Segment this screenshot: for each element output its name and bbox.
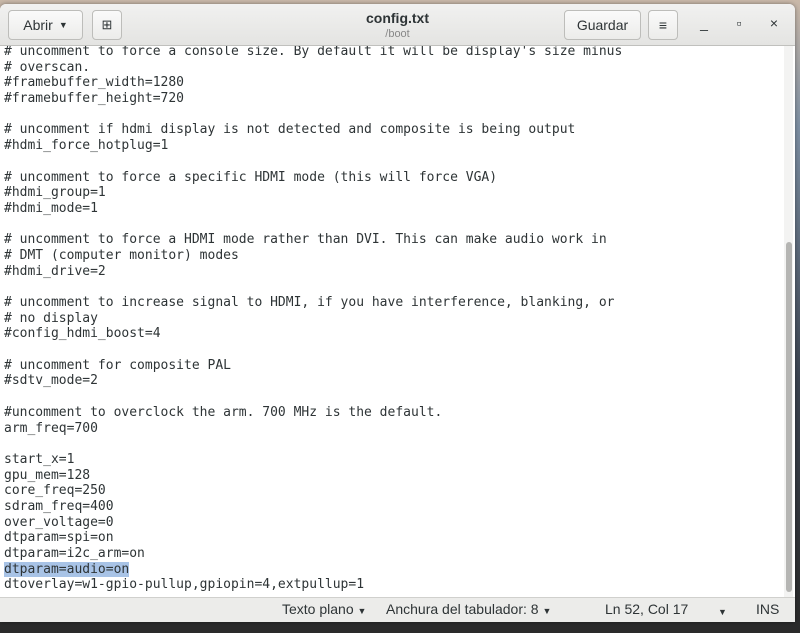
text-content[interactable]: # uncomment to force a console size. By …	[4, 46, 622, 593]
line-text: dtparam=audio=on	[4, 561, 130, 577]
text-line: sdram_freq=400	[4, 499, 622, 515]
text-line: # uncomment to force a HDMI mode rather …	[4, 232, 622, 248]
line-text: #config_hdmi_boost=4	[4, 326, 161, 342]
tab-width-selector[interactable]: Anchura del tabulador: 8 ▼	[386, 601, 551, 620]
text-line: over_voltage=0	[4, 515, 622, 531]
line-text: sdram_freq=400	[4, 498, 114, 514]
text-line: dtoverlay=w1-gpio-pullup,gpiopin=4,extpu…	[4, 577, 622, 593]
line-text: # no display	[4, 310, 98, 326]
cursor-position[interactable]: Ln 52, Col 17	[605, 601, 688, 618]
line-text: # uncomment to force a HDMI mode rather …	[4, 232, 607, 248]
line-text: dtparam=spi=on	[4, 530, 114, 546]
line-text: #hdmi_mode=1	[4, 200, 98, 216]
text-line: # DMT (computer monitor) modes	[4, 248, 622, 264]
chevron-down-icon[interactable]: ▼	[718, 604, 727, 621]
line-text: #hdmi_group=1	[4, 185, 106, 201]
line-text: # overscan.	[4, 59, 91, 75]
text-line: # uncomment for composite PAL	[4, 358, 622, 374]
line-text: over_voltage=0	[4, 514, 114, 530]
text-line: gpu_mem=128	[4, 468, 622, 484]
line-text: #uncomment to overclock the arm. 700 MHz…	[4, 404, 443, 420]
text-line: # uncomment if hdmi display is not detec…	[4, 122, 622, 138]
text-line: core_freq=250	[4, 483, 622, 499]
menu-button[interactable]: ≡	[648, 10, 678, 40]
text-line: #framebuffer_width=1280	[4, 75, 622, 91]
editor-window: Abrir ▼ ⊞ config.txt /boot Guardar ≡ _ ▫ …	[0, 4, 795, 622]
line-text: start_x=1	[4, 451, 75, 467]
text-line	[4, 154, 622, 170]
text-line: #uncomment to overclock the arm. 700 MHz…	[4, 405, 622, 421]
text-line: # uncomment to force a specific HDMI mod…	[4, 170, 622, 186]
line-text: dtparam=i2c_arm=on	[4, 546, 145, 561]
language-label: Texto plano	[282, 601, 354, 617]
text-line: dtparam=audio=on	[4, 561, 622, 578]
close-button[interactable]: ×	[764, 15, 784, 32]
line-text: # uncomment if hdmi display is not detec…	[4, 122, 576, 138]
line-text: # uncomment to force a specific HDMI mod…	[4, 169, 498, 185]
tab-width-label: Anchura del tabulador: 8	[386, 601, 539, 617]
line-text: dtoverlay=w1-gpio-pullup,gpiopin=4,extpu…	[4, 577, 365, 593]
editor-area: # uncomment to force a console size. By …	[0, 46, 795, 597]
line-text: # uncomment to increase signal to HDMI, …	[4, 295, 615, 310]
text-line: start_x=1	[4, 452, 622, 468]
text-line: # overscan.	[4, 60, 622, 76]
text-line	[4, 279, 622, 295]
text-line: #framebuffer_height=720	[4, 91, 622, 107]
language-selector[interactable]: Texto plano ▼	[282, 601, 366, 620]
text-line	[4, 217, 622, 233]
scrollbar-thumb[interactable]	[786, 242, 792, 592]
text-line: #hdmi_drive=2	[4, 264, 622, 280]
save-button[interactable]: Guardar	[564, 10, 641, 40]
vertical-scrollbar[interactable]	[784, 46, 793, 597]
maximize-button[interactable]: ▫	[729, 15, 749, 32]
text-line: #sdtv_mode=2	[4, 373, 622, 389]
text-line: #hdmi_force_hotplug=1	[4, 138, 622, 154]
line-text: arm_freq=700	[4, 420, 98, 436]
text-line: # uncomment to force a console size. By …	[4, 46, 622, 60]
line-text: #sdtv_mode=2	[4, 373, 98, 389]
line-text: #framebuffer_width=1280	[4, 75, 185, 91]
line-text: core_freq=250	[4, 483, 106, 499]
text-line: #config_hdmi_boost=4	[4, 326, 622, 342]
text-line: dtparam=i2c_arm=on	[4, 546, 622, 562]
text-line: # uncomment to increase signal to HDMI, …	[4, 295, 622, 311]
line-text: gpu_mem=128	[4, 467, 91, 483]
text-line: arm_freq=700	[4, 421, 622, 437]
text-line	[4, 342, 622, 358]
text-line: #hdmi_group=1	[4, 185, 622, 201]
text-editor[interactable]: # uncomment to force a console size. By …	[0, 46, 784, 597]
text-line: #hdmi_mode=1	[4, 201, 622, 217]
status-bar: Texto plano ▼ Anchura del tabulador: 8 ▼…	[0, 597, 795, 622]
line-text: #hdmi_drive=2	[4, 263, 106, 279]
header-bar: Abrir ▼ ⊞ config.txt /boot Guardar ≡ _ ▫ …	[0, 4, 795, 46]
line-text: # uncomment to force a console size. By …	[4, 46, 623, 59]
line-text: # DMT (computer monitor) modes	[4, 247, 239, 263]
text-line: # no display	[4, 311, 622, 327]
insert-mode[interactable]: INS	[756, 601, 779, 618]
hamburger-icon: ≡	[658, 17, 668, 33]
text-line: dtparam=spi=on	[4, 530, 622, 546]
text-line	[4, 389, 622, 405]
line-text: #framebuffer_height=720	[4, 91, 185, 107]
line-text: # uncomment for composite PAL	[4, 357, 231, 373]
text-line	[4, 107, 622, 123]
text-line	[4, 436, 622, 452]
minimize-button[interactable]: _	[694, 15, 714, 32]
line-text: #hdmi_force_hotplug=1	[4, 138, 169, 154]
